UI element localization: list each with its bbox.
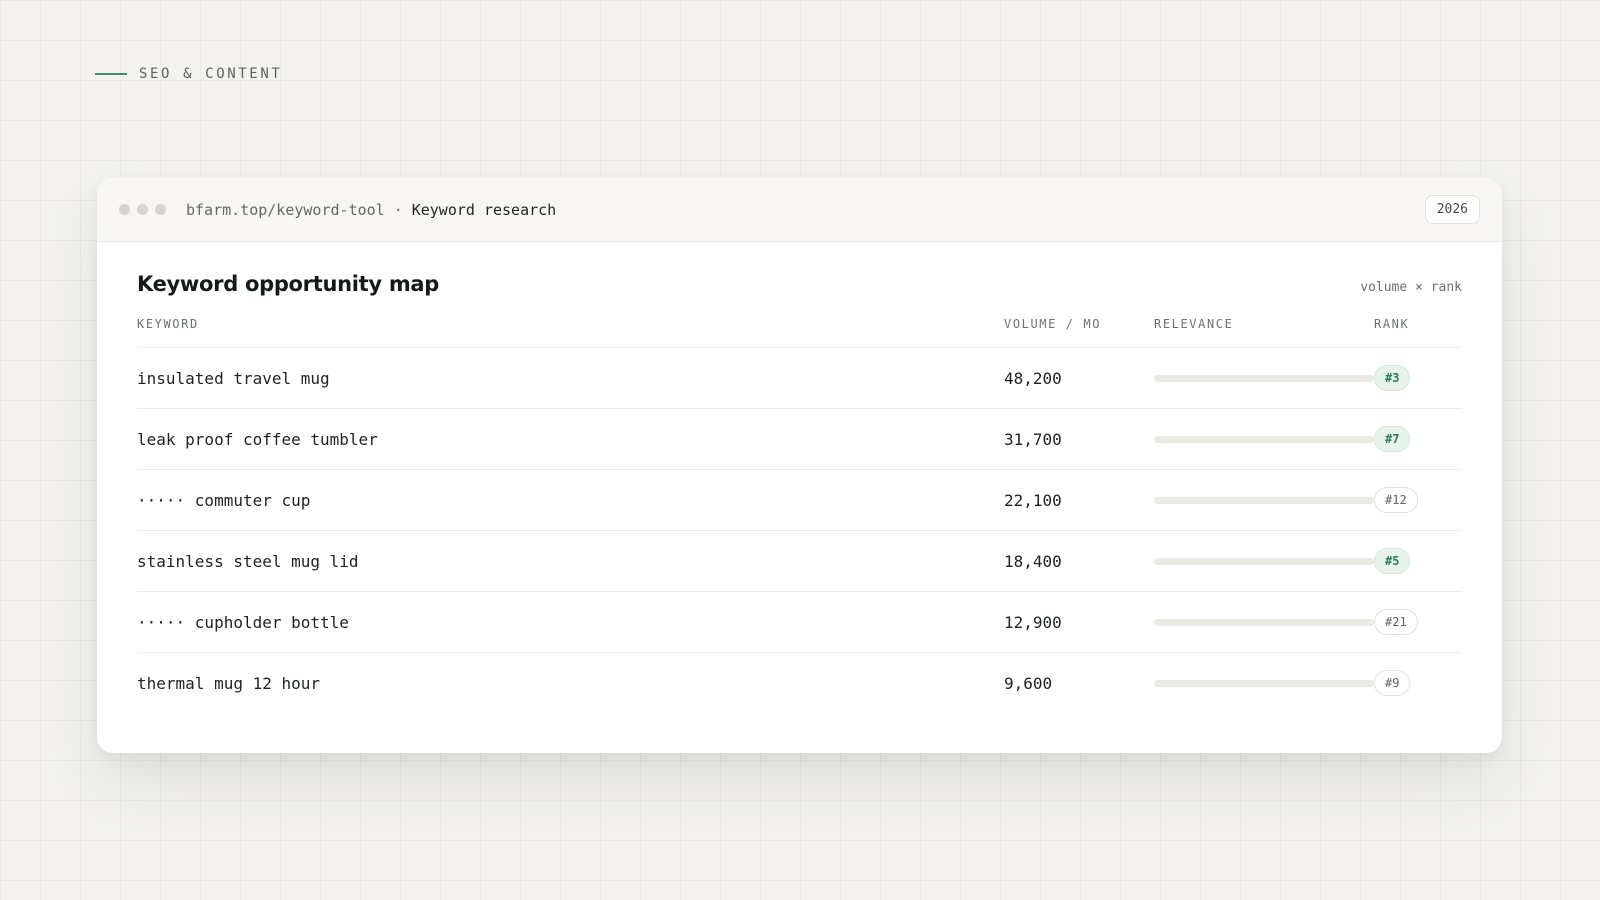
- panel-title: Keyword opportunity map: [137, 272, 439, 296]
- volume-cell: 9,600: [1004, 673, 1053, 693]
- relevance-bar-track: [1154, 618, 1374, 626]
- relevance-cell: [1154, 374, 1374, 382]
- year-badge: 2026: [1424, 195, 1480, 224]
- volume-cell: 48,200: [1004, 368, 1062, 388]
- keyword-cell: insulated travel mug: [137, 368, 330, 388]
- column-header-relevance[interactable]: RELEVANCE: [1154, 317, 1374, 331]
- rank-cell: #7: [1374, 426, 1434, 452]
- table-row[interactable]: thermal mug 12 hour 9,600 #9: [137, 653, 1462, 713]
- window-dot-icon[interactable]: [137, 204, 148, 215]
- relevance-bar-track: [1154, 557, 1374, 565]
- panel-content: Keyword opportunity map volume × rank KE…: [97, 242, 1502, 713]
- column-header-rank[interactable]: RANK: [1374, 317, 1434, 331]
- column-header-keyword[interactable]: KEYWORD: [137, 317, 1004, 331]
- rank-cell: #12: [1374, 487, 1434, 513]
- keyword-cell: thermal mug 12 hour: [137, 673, 321, 693]
- relevance-cell: [1154, 557, 1374, 565]
- relevance-bar-track: [1154, 374, 1374, 382]
- window-dot-icon[interactable]: [119, 204, 130, 215]
- panel-hint: volume × rank: [1360, 280, 1462, 295]
- rank-badge: #12: [1374, 487, 1418, 513]
- volume-cell: 12,900: [1004, 612, 1062, 632]
- relevance-bar-track: [1154, 496, 1374, 504]
- window-dot-icon[interactable]: [155, 204, 166, 215]
- relevance-bar-track: [1154, 679, 1374, 687]
- section-eyebrow: SEO & CONTENT: [95, 66, 282, 82]
- table-header: KEYWORD VOLUME / MO RELEVANCE RANK: [137, 316, 1462, 332]
- window-titlebar: bfarm.top/keyword-tool · Keyword researc…: [97, 178, 1502, 242]
- keyword-cell: ····· commuter cup: [137, 490, 311, 510]
- page-name: Keyword research: [411, 200, 557, 219]
- keyword-cell: leak proof coffee tumbler: [137, 429, 378, 449]
- rank-badge: #9: [1374, 670, 1411, 696]
- rank-cell: #9: [1374, 670, 1434, 696]
- table-row[interactable]: leak proof coffee tumbler 31,700 #7: [137, 409, 1462, 470]
- browser-window: bfarm.top/keyword-tool · Keyword researc…: [97, 178, 1502, 753]
- eyebrow-accent-line: [95, 73, 127, 75]
- rank-cell: #3: [1374, 365, 1434, 391]
- table-row[interactable]: ····· commuter cup 22,100 #12: [137, 470, 1462, 531]
- rank-badge: #7: [1374, 426, 1411, 452]
- eyebrow-label: SEO & CONTENT: [139, 66, 283, 82]
- volume-cell: 22,100: [1004, 490, 1062, 510]
- relevance-cell: [1154, 679, 1374, 687]
- address-separator: ·: [393, 200, 403, 219]
- rank-cell: #5: [1374, 548, 1434, 574]
- panel-header: Keyword opportunity map volume × rank: [137, 272, 1462, 296]
- relevance-bar-track: [1154, 435, 1374, 443]
- relevance-cell: [1154, 435, 1374, 443]
- rank-cell: #21: [1374, 609, 1434, 635]
- relevance-cell: [1154, 618, 1374, 626]
- table-row[interactable]: insulated travel mug 48,200 #3: [137, 348, 1462, 409]
- keyword-cell: stainless steel mug lid: [137, 551, 359, 571]
- keyword-cell: ····· cupholder bottle: [137, 612, 349, 632]
- volume-cell: 18,400: [1004, 551, 1062, 571]
- rank-badge: #3: [1374, 365, 1411, 391]
- column-header-volume[interactable]: VOLUME / MO: [1004, 317, 1154, 331]
- address-url[interactable]: bfarm.top/keyword-tool: [186, 201, 385, 219]
- rank-badge: #5: [1374, 548, 1411, 574]
- table-row[interactable]: ····· cupholder bottle 12,900 #21: [137, 592, 1462, 653]
- rank-badge: #21: [1374, 609, 1418, 635]
- window-controls: [119, 204, 166, 215]
- table-row[interactable]: stainless steel mug lid 18,400 #5: [137, 531, 1462, 592]
- keyword-table: insulated travel mug 48,200 #3 leak proo…: [137, 347, 1462, 713]
- volume-cell: 31,700: [1004, 429, 1062, 449]
- relevance-cell: [1154, 496, 1374, 504]
